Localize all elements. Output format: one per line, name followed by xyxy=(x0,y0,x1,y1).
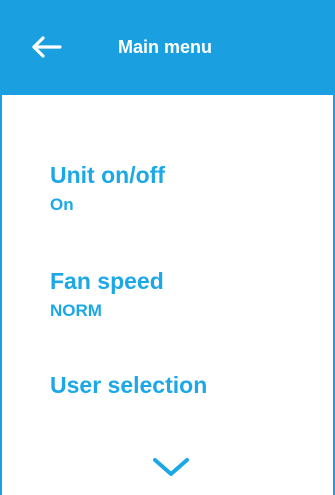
back-button[interactable] xyxy=(30,33,66,61)
menu-item-label: Fan speed xyxy=(50,268,164,294)
menu-item-label: Unit on/off xyxy=(50,162,165,188)
menu-item-unit-on-off[interactable]: Unit on/off On xyxy=(50,162,165,215)
scroll-down-button[interactable] xyxy=(145,455,197,481)
page-title: Main menu xyxy=(118,37,213,57)
chevron-down-icon xyxy=(145,455,197,481)
menu-item-fan-speed[interactable]: Fan speed NORM xyxy=(50,268,164,321)
menu-item-value: On xyxy=(50,195,74,214)
menu-item-value: NORM xyxy=(50,301,102,320)
menu-item-label: User selection xyxy=(50,372,208,398)
menu-item-user-selection[interactable]: User selection xyxy=(50,372,207,399)
screen-frame: Main menu Unit on/off On Fan speed NORM … xyxy=(0,0,335,495)
arrow-left-icon xyxy=(30,33,66,61)
header-bar: Main menu xyxy=(2,0,335,95)
